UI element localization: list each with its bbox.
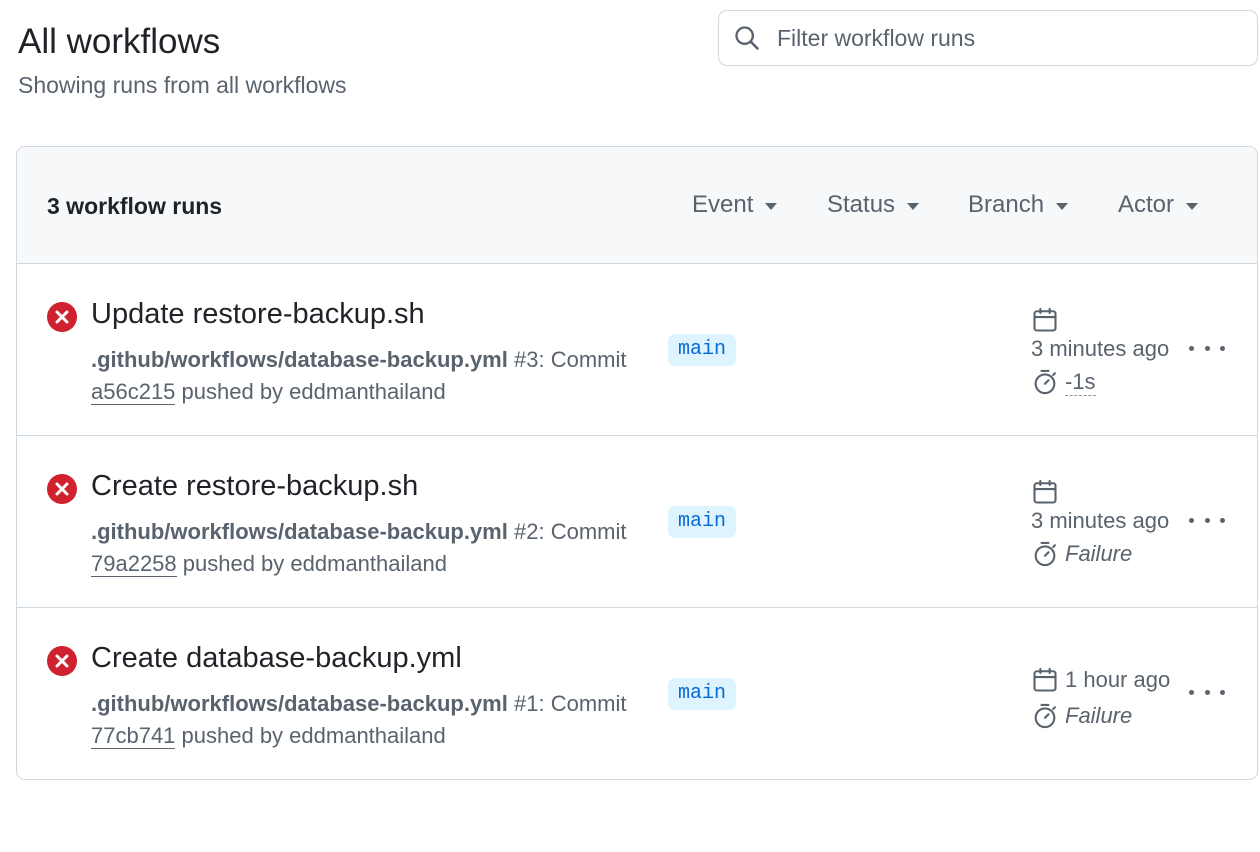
run-meta: .github/workflows/database-backup.yml #2… [91,516,651,580]
search-box[interactable] [718,10,1258,66]
calendar-icon [1033,307,1057,332]
run-options-kebab-icon[interactable] [1189,338,1225,358]
run-time: 3 minutes ago [1031,508,1170,533]
commit-label: : Commit [538,691,627,716]
commit-sha-link[interactable]: 79a2258 [91,551,177,577]
branch-label[interactable]: main [668,506,737,538]
stopwatch-icon [1034,369,1056,395]
caret-down-icon [1186,202,1199,210]
filter-event-label: Event [692,191,754,218]
run-title-link[interactable]: Create database-backup.yml [91,642,462,675]
run-number: #3 [513,347,539,372]
pushed-by: pushed by eddmanthailand [175,379,446,404]
workflow-runs-list: 3 workflow runs Event Status Branch Acto… [16,146,1258,780]
caret-down-icon [1056,202,1069,210]
page-title: All workflows [18,22,221,61]
calendar-icon [1033,667,1057,692]
run-number: #2 [513,519,539,544]
commit-label: : Commit [538,519,627,544]
pushed-by: pushed by eddmanthailand [175,723,446,748]
calendar-icon [1033,479,1057,504]
run-title-link[interactable]: Create restore-backup.sh [91,470,418,503]
run-title-link[interactable]: Update restore-backup.sh [91,298,425,331]
filter-branch-label: Branch [968,191,1045,218]
run-options-kebab-icon[interactable] [1189,510,1225,530]
run-meta: .github/workflows/database-backup.yml #3… [91,344,651,408]
run-number: #1 [513,691,539,716]
search-icon [733,24,761,52]
run-count: 3 workflow runs [47,193,223,219]
pushed-by: pushed by eddmanthailand [176,551,447,576]
run-options-kebab-icon[interactable] [1189,682,1225,702]
page-subtitle: Showing runs from all workflows [18,72,347,98]
failure-x-circle-icon [47,474,77,504]
run-meta: .github/workflows/database-backup.yml #1… [91,688,651,752]
workflow-path: .github/workflows/database-backup.yml [91,347,508,372]
filter-status[interactable]: Status [827,191,920,219]
run-time: 3 minutes ago [1031,336,1170,361]
filter-event[interactable]: Event [692,191,778,219]
branch-label[interactable]: main [668,678,737,710]
branch-label[interactable]: main [668,334,737,366]
workflow-path: .github/workflows/database-backup.yml [91,691,508,716]
caret-down-icon [907,202,920,210]
commit-sha-link[interactable]: 77cb741 [91,723,176,749]
filter-workflow-runs-input[interactable] [777,24,1237,52]
filter-actor-label: Actor [1118,191,1175,218]
filter-status-label: Status [827,191,896,218]
list-header: 3 workflow runs Event Status Branch Acto… [17,147,1257,264]
failure-x-circle-icon [47,646,77,676]
run-duration: Failure [1065,703,1133,728]
run-time: 1 hour ago [1065,667,1171,692]
run-timing: 3 minutes ago -1s [1031,306,1169,396]
caret-down-icon [765,202,778,210]
run-duration: -1s [1065,368,1096,396]
stopwatch-icon [1034,541,1056,567]
workflow-path: .github/workflows/database-backup.yml [91,519,508,544]
filter-branch[interactable]: Branch [968,191,1069,219]
workflow-run-row: Update restore-backup.sh .github/workflo… [17,264,1257,436]
workflow-run-row: Create restore-backup.sh .github/workflo… [17,436,1257,608]
commit-sha-link[interactable]: a56c215 [91,379,176,405]
stopwatch-icon [1034,703,1056,729]
workflow-run-row: Create database-backup.yml .github/workf… [17,608,1257,779]
run-timing: 3 minutes ago Failure [1031,478,1169,568]
run-duration: Failure [1065,541,1133,566]
commit-label: : Commit [538,347,627,372]
filter-actor[interactable]: Actor [1118,191,1199,219]
run-timing: 1 hour ago Failure [1031,666,1170,730]
failure-x-circle-icon [47,302,77,332]
